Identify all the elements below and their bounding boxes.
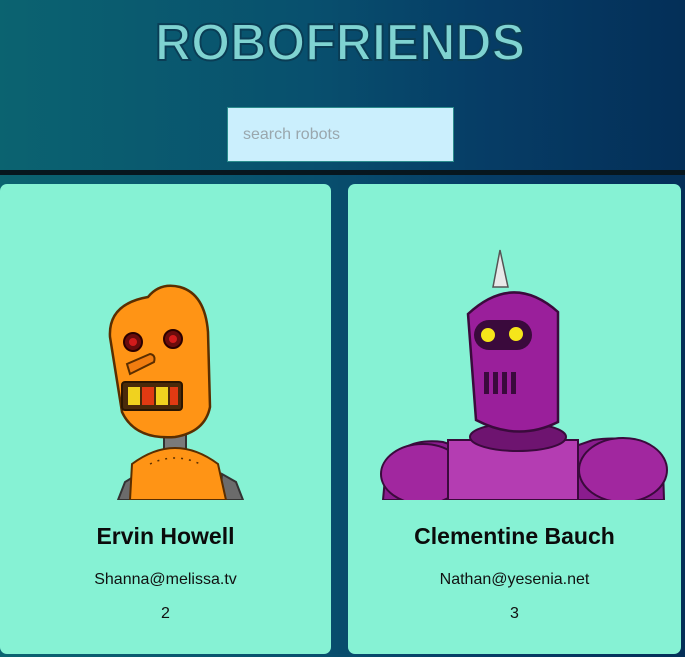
robot-card[interactable]: Clementine Bauch Nathan@yesenia.net 3 [348, 184, 681, 654]
header-divider [0, 170, 685, 175]
robot-purple-icon [380, 249, 668, 500]
robot-id: 3 [510, 605, 519, 622]
robot-email: Nathan@yesenia.net [439, 571, 590, 588]
robot-id: 2 [161, 605, 170, 622]
header: ROBOFRIENDS [0, 0, 685, 170]
search-input[interactable] [227, 107, 454, 162]
app-title: ROBOFRIENDS [154, 13, 526, 73]
robot-card[interactable]: Ervin Howell Shanna@melissa.tv 2 [0, 184, 331, 654]
app-title-text: ROBOFRIENDS [155, 14, 525, 72]
robot-email: Shanna@melissa.tv [94, 571, 237, 588]
robot-name: Ervin Howell [96, 523, 235, 549]
robot-orange-icon [108, 284, 245, 500]
robot-name: Clementine Bauch [414, 523, 615, 549]
